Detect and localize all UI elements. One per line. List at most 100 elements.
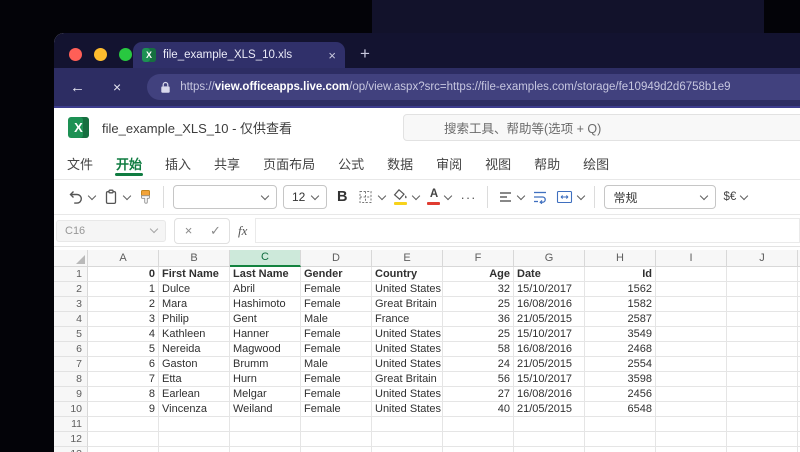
cell-H10[interactable]: 6548 <box>585 402 656 417</box>
bold-button[interactable]: B <box>330 184 354 210</box>
name-box[interactable]: C16 <box>56 219 166 242</box>
undo-button[interactable] <box>64 184 99 210</box>
cell-B13[interactable] <box>159 447 230 452</box>
menu-tab-11[interactable]: 绘图 <box>581 158 611 179</box>
cell-D11[interactable] <box>301 417 372 432</box>
cell-C5[interactable]: Hanner <box>230 327 301 342</box>
column-header-B[interactable]: B <box>159 250 230 267</box>
cell-F6[interactable]: 58 <box>443 342 514 357</box>
menu-tab-1[interactable]: 文件 <box>65 158 95 179</box>
cell-A3[interactable]: 2 <box>88 297 159 312</box>
column-header-A[interactable]: A <box>88 250 159 267</box>
cell-A11[interactable] <box>88 417 159 432</box>
cell-F9[interactable]: 27 <box>443 387 514 402</box>
cell-J4[interactable] <box>727 312 798 327</box>
cell-B8[interactable]: Etta <box>159 372 230 387</box>
cell-G3[interactable]: 16/08/2016 <box>514 297 585 312</box>
cell-G1[interactable]: Date <box>514 267 585 282</box>
address-bar[interactable]: https://view.officeapps.live.com/op/view… <box>147 74 800 100</box>
cell-D6[interactable]: Female <box>301 342 372 357</box>
row-header-11[interactable]: 11 <box>54 417 88 432</box>
cell-F13[interactable] <box>443 447 514 452</box>
row-header-13[interactable]: 13 <box>54 447 88 452</box>
cell-C7[interactable]: Brumm <box>230 357 301 372</box>
cell-A12[interactable] <box>88 432 159 447</box>
cell-H6[interactable]: 2468 <box>585 342 656 357</box>
paste-button[interactable] <box>99 184 134 210</box>
cell-G10[interactable]: 21/05/2015 <box>514 402 585 417</box>
cell-E6[interactable]: United States <box>372 342 443 357</box>
cell-H13[interactable] <box>585 447 656 452</box>
menu-tab-3[interactable]: 插入 <box>163 158 193 179</box>
cell-J11[interactable] <box>727 417 798 432</box>
cell-D3[interactable]: Female <box>301 297 372 312</box>
cell-A5[interactable]: 4 <box>88 327 159 342</box>
cell-F4[interactable]: 36 <box>443 312 514 327</box>
cell-G9[interactable]: 16/08/2016 <box>514 387 585 402</box>
cell-H9[interactable]: 2456 <box>585 387 656 402</box>
cell-I6[interactable] <box>656 342 727 357</box>
cell-H1[interactable]: Id <box>585 267 656 282</box>
chevron-down-icon[interactable] <box>444 191 453 200</box>
chevron-down-icon[interactable] <box>122 191 132 200</box>
cell-J10[interactable] <box>727 402 798 417</box>
cell-F12[interactable] <box>443 432 514 447</box>
fill-color-button[interactable] <box>389 184 423 210</box>
cell-J7[interactable] <box>727 357 798 372</box>
cell-C8[interactable]: Hurn <box>230 372 301 387</box>
cell-I13[interactable] <box>656 447 727 452</box>
cell-F11[interactable] <box>443 417 514 432</box>
cell-C4[interactable]: Gent <box>230 312 301 327</box>
cell-B4[interactable]: Philip <box>159 312 230 327</box>
fullscreen-window-button[interactable] <box>119 48 132 61</box>
currency-format-button[interactable]: $€ <box>719 184 751 210</box>
column-header-C[interactable]: C <box>230 250 301 267</box>
row-header-3[interactable]: 3 <box>54 297 88 312</box>
column-header-G[interactable]: G <box>514 250 585 267</box>
cell-D13[interactable] <box>301 447 372 452</box>
cell-C12[interactable] <box>230 432 301 447</box>
column-header-H[interactable]: H <box>585 250 656 267</box>
cell-B2[interactable]: Dulce <box>159 282 230 297</box>
cell-E1[interactable]: Country <box>372 267 443 282</box>
cell-D8[interactable]: Female <box>301 372 372 387</box>
cell-D5[interactable]: Female <box>301 327 372 342</box>
cell-E9[interactable]: United States <box>372 387 443 402</box>
number-format-select[interactable]: 常规 <box>604 185 717 209</box>
cell-A2[interactable]: 1 <box>88 282 159 297</box>
cell-G11[interactable] <box>514 417 585 432</box>
close-window-button[interactable] <box>69 48 82 61</box>
row-header-8[interactable]: 8 <box>54 372 88 387</box>
cell-B9[interactable]: Earlean <box>159 387 230 402</box>
cell-F5[interactable]: 25 <box>443 327 514 342</box>
font-name-select[interactable] <box>173 185 277 209</box>
cell-A1[interactable]: 0 <box>88 267 159 282</box>
cell-J12[interactable] <box>727 432 798 447</box>
cell-E7[interactable]: United States <box>372 357 443 372</box>
cell-D2[interactable]: Female <box>301 282 372 297</box>
chevron-down-icon[interactable] <box>378 191 387 200</box>
chevron-down-icon[interactable] <box>517 191 526 200</box>
formula-input[interactable] <box>255 218 800 243</box>
menu-tab-6[interactable]: 公式 <box>336 158 366 179</box>
cell-D10[interactable]: Female <box>301 402 372 417</box>
cancel-icon[interactable]: × <box>175 219 202 243</box>
minimize-window-button[interactable] <box>94 48 107 61</box>
menu-tab-10[interactable]: 帮助 <box>532 158 562 179</box>
menu-tab-2[interactable]: 开始 <box>114 158 144 179</box>
cell-H2[interactable]: 1562 <box>585 282 656 297</box>
cell-E12[interactable] <box>372 432 443 447</box>
cell-I2[interactable] <box>656 282 727 297</box>
row-header-10[interactable]: 10 <box>54 402 88 417</box>
cell-B6[interactable]: Nereida <box>159 342 230 357</box>
row-header-1[interactable]: 1 <box>54 267 88 282</box>
cell-H12[interactable] <box>585 432 656 447</box>
cell-A9[interactable]: 8 <box>88 387 159 402</box>
cell-C10[interactable]: Weiland <box>230 402 301 417</box>
cell-A4[interactable]: 3 <box>88 312 159 327</box>
cell-B5[interactable]: Kathleen <box>159 327 230 342</box>
cell-I4[interactable] <box>656 312 727 327</box>
cell-F7[interactable]: 24 <box>443 357 514 372</box>
cell-F1[interactable]: Age <box>443 267 514 282</box>
cell-E8[interactable]: Great Britain <box>372 372 443 387</box>
